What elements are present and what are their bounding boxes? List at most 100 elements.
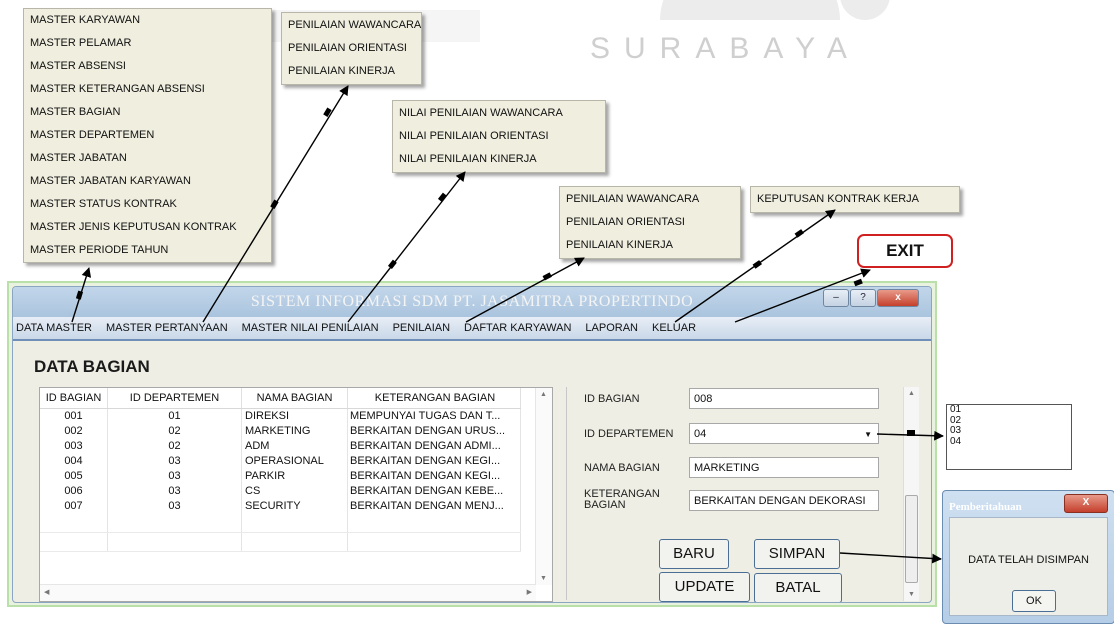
- window-titlebar[interactable]: SISTEM INFORMASI SDM PT. JASAMITRA PROPE…: [13, 287, 931, 317]
- master-pertanyaan-menu: PENILAIAN WAWANCARA PENILAIAN ORIENTASI PE…: [281, 12, 422, 85]
- menu-item[interactable]: KEPUTUSAN KONTRAK KERJA: [751, 188, 959, 211]
- scroll-left-icon[interactable]: ◀: [44, 588, 49, 596]
- exit-callout: EXIT: [857, 234, 953, 268]
- close-button[interactable]: x: [877, 289, 919, 307]
- table-cell: 002: [40, 424, 108, 439]
- menu-item[interactable]: MASTER DEPARTEMEN: [24, 124, 271, 147]
- table-row[interactable]: 006 03 CS BERKAITAN DENGAN KEBE...: [40, 484, 521, 499]
- column-header[interactable]: KETERANGAN BAGIAN: [347, 388, 521, 409]
- baru-button[interactable]: BARU: [659, 539, 729, 569]
- scroll-down-icon[interactable]: ▼: [540, 575, 547, 582]
- table-cell: 001: [40, 408, 108, 424]
- menu-item[interactable]: MASTER KARYAWAN: [24, 9, 271, 32]
- menubar-item[interactable]: LAPORAN: [578, 322, 645, 334]
- menu-item[interactable]: MASTER JENIS KEPUTUSAN KONTRAK: [24, 216, 271, 239]
- id-bagian-field[interactable]: 008: [689, 388, 879, 409]
- combo-option[interactable]: 02: [947, 415, 1071, 427]
- data-grid[interactable]: ID BAGIAN ID DEPARTEMEN NAMA BAGIAN KETERAN…: [39, 387, 553, 602]
- table-row[interactable]: 007 03 SECURITY BERKAITAN DENGAN MENJ...: [40, 499, 521, 514]
- combo-option[interactable]: 03: [947, 425, 1071, 437]
- table-cell: BERKAITAN DENGAN MENJ...: [347, 499, 521, 514]
- keterangan-bagian-field[interactable]: BERKAITAN DENGAN DEKORASI: [689, 490, 879, 511]
- menu-item[interactable]: PENILAIAN WAWANCARA: [282, 14, 421, 37]
- form-vertical-scrollbar[interactable]: ▲ ▼: [903, 387, 919, 601]
- menu-item[interactable]: NILAI PENILAIAN KINERJA: [393, 148, 605, 171]
- table-row[interactable]: 005 03 PARKIR BERKAITAN DENGAN KEGI...: [40, 469, 521, 484]
- menubar-item[interactable]: DAFTAR KARYAWAN: [457, 322, 578, 334]
- grid-vertical-scrollbar[interactable]: ▲ ▼: [535, 388, 552, 585]
- window-title: SISTEM INFORMASI SDM PT. JASAMITRA PROPE…: [250, 293, 694, 310]
- dialog-close-button[interactable]: X: [1064, 494, 1108, 513]
- menu-item[interactable]: PENILAIAN KINERJA: [560, 234, 740, 257]
- menu-item[interactable]: MASTER JABATAN KARYAWAN: [24, 170, 271, 193]
- nama-bagian-label: NAMA BAGIAN: [584, 462, 660, 474]
- table-cell: BERKAITAN DENGAN ADMI...: [347, 439, 521, 454]
- menu-item[interactable]: MASTER PERIODE TAHUN: [24, 239, 271, 262]
- panel-divider: [566, 387, 567, 600]
- menu-item[interactable]: MASTER ABSENSI: [24, 55, 271, 78]
- id-departemen-combo[interactable]: 04 ▼: [689, 423, 879, 444]
- table-cell: MARKETING: [241, 424, 348, 439]
- table-cell: OPERASIONAL: [241, 454, 348, 469]
- id-departemen-label: ID DEPARTEMEN: [584, 428, 674, 440]
- menu-item[interactable]: MASTER BAGIAN: [24, 101, 271, 124]
- dialog-ok-button[interactable]: OK: [1012, 590, 1056, 612]
- column-header[interactable]: ID DEPARTEMEN: [107, 388, 242, 409]
- menubar-item[interactable]: MASTER PERTANYAAN: [99, 322, 235, 334]
- empty-row: [40, 514, 521, 533]
- table-cell: [107, 532, 242, 552]
- menubar-item[interactable]: KELUAR: [645, 322, 703, 334]
- scrollbar-thumb[interactable]: [905, 495, 918, 583]
- chevron-down-icon[interactable]: ▼: [864, 424, 872, 445]
- table-row[interactable]: 002 02 MARKETING BERKAITAN DENGAN URUS...: [40, 424, 521, 439]
- menubar-item[interactable]: PENILAIAN: [386, 322, 457, 334]
- id-bagian-label: ID BAGIAN: [584, 393, 640, 405]
- scroll-up-icon[interactable]: ▲: [908, 390, 915, 397]
- minimize-button[interactable]: –: [823, 289, 849, 307]
- grid-horizontal-scrollbar[interactable]: ◀ ▶: [40, 584, 536, 601]
- menu-item[interactable]: MASTER JABATAN: [24, 147, 271, 170]
- menu-item[interactable]: PENILAIAN ORIENTASI: [560, 211, 740, 234]
- table-row[interactable]: 004 03 OPERASIONAL BERKAITAN DENGAN KEGI...: [40, 454, 521, 469]
- table-cell: [40, 514, 108, 533]
- scroll-down-icon[interactable]: ▼: [908, 591, 915, 598]
- scroll-up-icon[interactable]: ▲: [540, 391, 547, 398]
- keterangan-label: KETERANGAN BAGIAN: [584, 489, 660, 511]
- combo-option[interactable]: 01: [947, 404, 1071, 416]
- help-button[interactable]: ?: [850, 289, 876, 307]
- column-header[interactable]: NAMA BAGIAN: [241, 388, 348, 409]
- column-header[interactable]: ID BAGIAN: [40, 388, 108, 409]
- simpan-button[interactable]: SIMPAN: [754, 539, 840, 569]
- menu-item[interactable]: PENILAIAN ORIENTASI: [282, 37, 421, 60]
- menu-item[interactable]: NILAI PENILAIAN ORIENTASI: [393, 125, 605, 148]
- dialog-body: DATA TELAH DISIMPAN OK: [949, 517, 1108, 616]
- table-cell: 01: [107, 408, 242, 424]
- table-row[interactable]: 003 02 ADM BERKAITAN DENGAN ADMI...: [40, 439, 521, 454]
- table-cell: [40, 532, 108, 552]
- batal-button[interactable]: BATAL: [754, 573, 842, 602]
- data-master-menu: MASTER KARYAWAN MASTER PELAMAR MASTER ABSE…: [23, 8, 272, 263]
- table-row[interactable]: 001 01 DIREKSI MEMPUNYAI TUGAS DAN T...: [40, 408, 521, 424]
- notification-dialog: Pemberitahuan X DATA TELAH DISIMPAN OK: [942, 490, 1114, 624]
- keterangan-label-line2: BAGIAN: [584, 499, 626, 511]
- menubar-item[interactable]: DATA MASTER: [13, 322, 99, 334]
- table-cell: 004: [40, 454, 108, 469]
- scroll-right-icon[interactable]: ▶: [527, 588, 532, 596]
- departemen-options-list: 01 02 03 04: [946, 404, 1072, 470]
- menu-item[interactable]: PENILAIAN KINERJA: [282, 60, 421, 83]
- main-window: SISTEM INFORMASI SDM PT. JASAMITRA PROPE…: [12, 286, 932, 603]
- menu-item[interactable]: MASTER PELAMAR: [24, 32, 271, 55]
- menu-item[interactable]: MASTER KETERANGAN ABSENSI: [24, 78, 271, 101]
- table-cell: 03: [107, 469, 242, 484]
- menu-item[interactable]: NILAI PENILAIAN WAWANCARA: [393, 102, 605, 125]
- table-cell: [347, 514, 521, 533]
- menu-item[interactable]: MASTER STATUS KONTRAK: [24, 193, 271, 216]
- table-cell: DIREKSI: [241, 408, 348, 424]
- update-button[interactable]: UPDATE: [659, 572, 750, 602]
- watermark-logo: [660, 0, 840, 20]
- menubar-item[interactable]: MASTER NILAI PENILAIAN: [235, 322, 386, 334]
- menu-item[interactable]: PENILAIAN WAWANCARA: [560, 188, 740, 211]
- table-cell: SECURITY: [241, 499, 348, 514]
- nama-bagian-field[interactable]: MARKETING: [689, 457, 879, 478]
- combo-option[interactable]: 04: [947, 436, 1071, 448]
